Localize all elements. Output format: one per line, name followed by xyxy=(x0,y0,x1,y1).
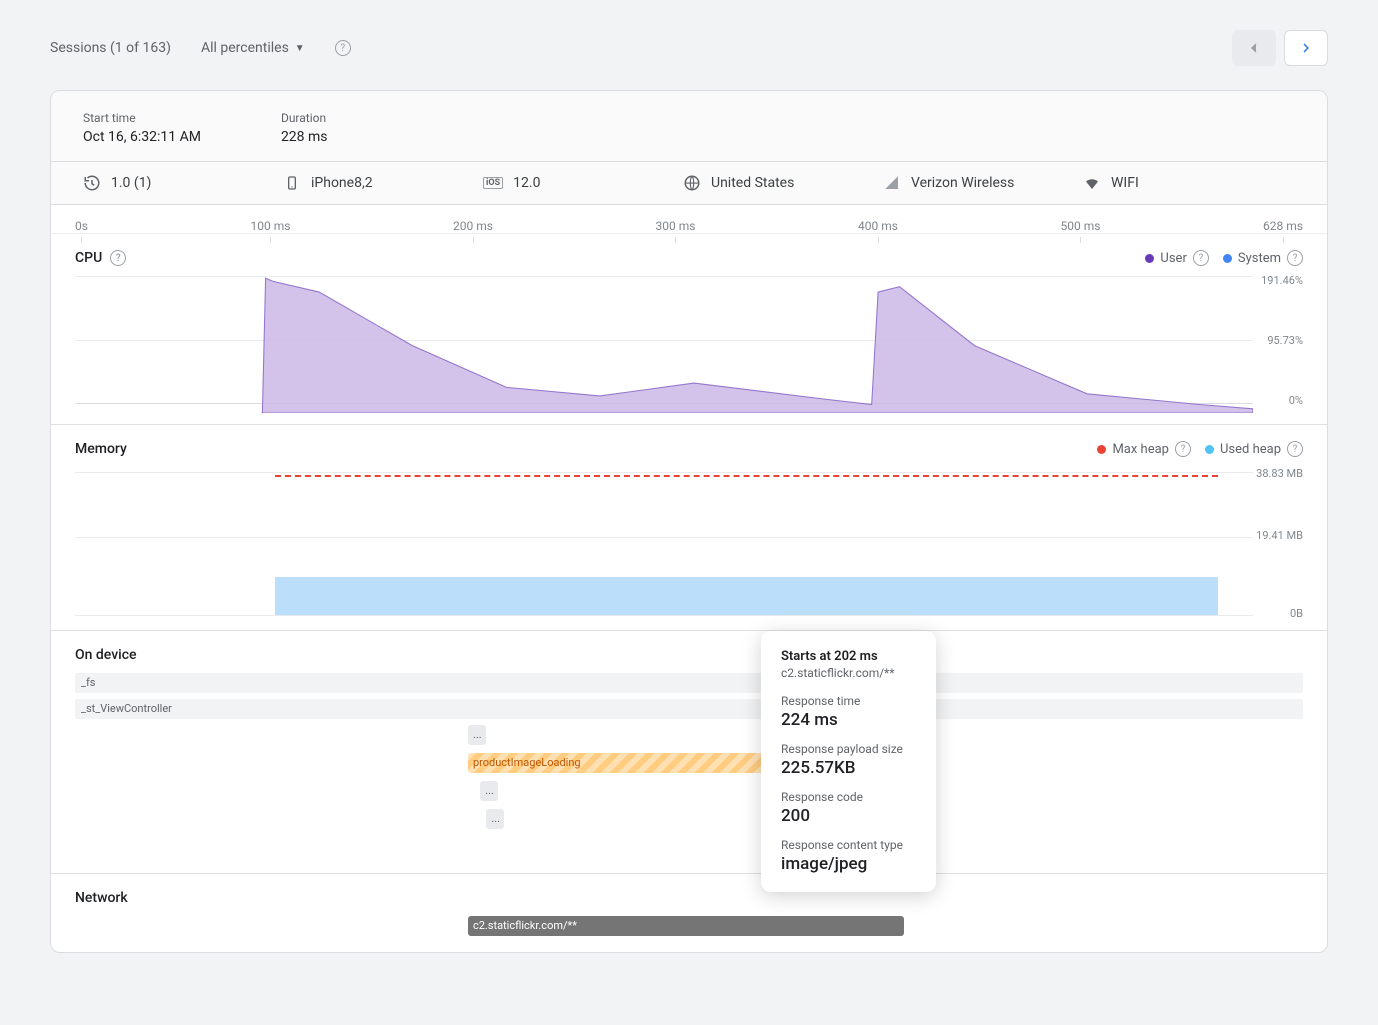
tooltip-ctype-label: Response content type xyxy=(781,838,916,852)
chevron-down-icon: ▼ xyxy=(295,43,305,54)
mem-y-top: 38.83 MB xyxy=(1256,467,1303,480)
tooltip-size-label: Response payload size xyxy=(781,742,916,756)
tick: 300 ms xyxy=(656,219,696,233)
trace-item[interactable]: ... xyxy=(468,725,486,745)
tooltip-ctype-value: image/jpeg xyxy=(781,854,916,874)
legend-system: System xyxy=(1238,251,1281,266)
tooltip-size-value: 225.57KB xyxy=(781,758,916,778)
tick: 500 ms xyxy=(1061,219,1101,233)
od-row-fs[interactable]: _fs xyxy=(75,673,1303,693)
ondevice-title: On device xyxy=(75,647,137,663)
mem-y-bot: 0B xyxy=(1290,607,1303,620)
ondevice-section: On device _fs _st_ViewController ... pro… xyxy=(51,631,1327,874)
chevron-left-icon xyxy=(1246,40,1262,56)
cpu-y-mid: 95.73% xyxy=(1267,334,1303,347)
network-title: Network xyxy=(75,890,128,906)
ios-icon: iOS xyxy=(483,177,503,189)
start-time-value: Oct 16, 6:32:11 AM xyxy=(83,129,201,145)
duration-value: 228 ms xyxy=(281,129,328,145)
tooltip-code-label: Response code xyxy=(781,790,916,804)
tick: 0s xyxy=(75,219,88,233)
history-icon xyxy=(83,174,101,192)
help-icon[interactable]: ? xyxy=(335,40,351,56)
percentiles-dropdown[interactable]: All percentiles ▼ xyxy=(201,40,305,56)
phone-icon xyxy=(283,174,301,192)
legend-user: User xyxy=(1160,251,1186,266)
timeline-axis: 0s 100 ms 200 ms 300 ms 400 ms 500 ms 62… xyxy=(51,205,1327,234)
os-value: 12.0 xyxy=(513,175,540,191)
tooltip-code-value: 200 xyxy=(781,806,916,826)
trace-tooltip: Starts at 202 ms c2.staticflickr.com/** … xyxy=(761,631,936,892)
memory-title: Memory xyxy=(75,441,127,457)
cpu-chart[interactable]: 191.46% 95.73% 0% xyxy=(75,276,1303,416)
tick: 200 ms xyxy=(453,219,493,233)
memory-section: Memory Max heap? Used heap? 38.83 MB 19.… xyxy=(51,425,1327,631)
tooltip-head: Starts at 202 ms xyxy=(781,649,916,664)
od-row-st[interactable]: _st_ViewController xyxy=(75,699,1303,719)
tick: 100 ms xyxy=(251,219,291,233)
cpu-section: CPU ? User? System? 191.46% 95.73% 0% xyxy=(51,234,1327,425)
help-icon[interactable]: ? xyxy=(1287,441,1303,457)
meta-row: Start time Oct 16, 6:32:11 AM Duration 2… xyxy=(51,91,1327,162)
chevron-right-icon xyxy=(1298,40,1314,56)
signal-icon xyxy=(883,174,901,192)
memory-chart[interactable]: 38.83 MB 19.41 MB 0B xyxy=(75,467,1303,622)
tick: 628 ms xyxy=(1263,219,1303,233)
session-card: Start time Oct 16, 6:32:11 AM Duration 2… xyxy=(50,90,1328,953)
cpu-y-top: 191.46% xyxy=(1261,274,1303,287)
network-value: WIFI xyxy=(1111,175,1139,191)
legend-usedheap: Used heap xyxy=(1220,442,1281,457)
country-value: United States xyxy=(711,175,794,191)
tooltip-sub: c2.staticflickr.com/** xyxy=(781,666,916,680)
cpu-y-bot: 0% xyxy=(1289,394,1303,407)
carrier-value: Verizon Wireless xyxy=(911,175,1014,191)
tick: 400 ms xyxy=(858,219,898,233)
topbar: Sessions (1 of 163) All percentiles ▼ ? xyxy=(0,0,1378,90)
start-time-label: Start time xyxy=(83,111,201,125)
model-value: iPhone8,2 xyxy=(311,175,373,191)
trace-item[interactable]: ... xyxy=(486,809,504,829)
dot-icon xyxy=(1097,445,1106,454)
next-button[interactable] xyxy=(1284,30,1328,66)
dot-icon xyxy=(1145,254,1154,263)
tooltip-rt-value: 224 ms xyxy=(781,710,916,730)
tooltip-rt-label: Response time xyxy=(781,694,916,708)
help-icon[interactable]: ? xyxy=(110,250,126,266)
sessions-label: Sessions (1 of 163) xyxy=(50,40,171,56)
dot-icon xyxy=(1223,254,1232,263)
cpu-area-chart xyxy=(75,276,1253,413)
mem-y-mid: 19.41 MB xyxy=(1256,529,1303,542)
version-value: 1.0 (1) xyxy=(111,175,151,191)
globe-icon xyxy=(683,174,701,192)
cpu-title: CPU xyxy=(75,250,102,266)
duration-label: Duration xyxy=(281,111,328,125)
network-section: Network c2.staticflickr.com/** xyxy=(51,874,1327,952)
prev-button[interactable] xyxy=(1232,30,1276,66)
trace-item[interactable]: ... xyxy=(480,781,498,801)
help-icon[interactable]: ? xyxy=(1175,441,1191,457)
help-icon[interactable]: ? xyxy=(1193,250,1209,266)
legend-maxheap: Max heap xyxy=(1112,442,1169,457)
device-row: 1.0 (1) iPhone8,2 iOS 12.0 United States… xyxy=(51,162,1327,205)
wifi-icon xyxy=(1083,174,1101,192)
help-icon[interactable]: ? xyxy=(1287,250,1303,266)
dot-icon xyxy=(1205,445,1214,454)
network-item[interactable]: c2.staticflickr.com/** xyxy=(468,916,904,936)
percentiles-label: All percentiles xyxy=(201,40,289,56)
